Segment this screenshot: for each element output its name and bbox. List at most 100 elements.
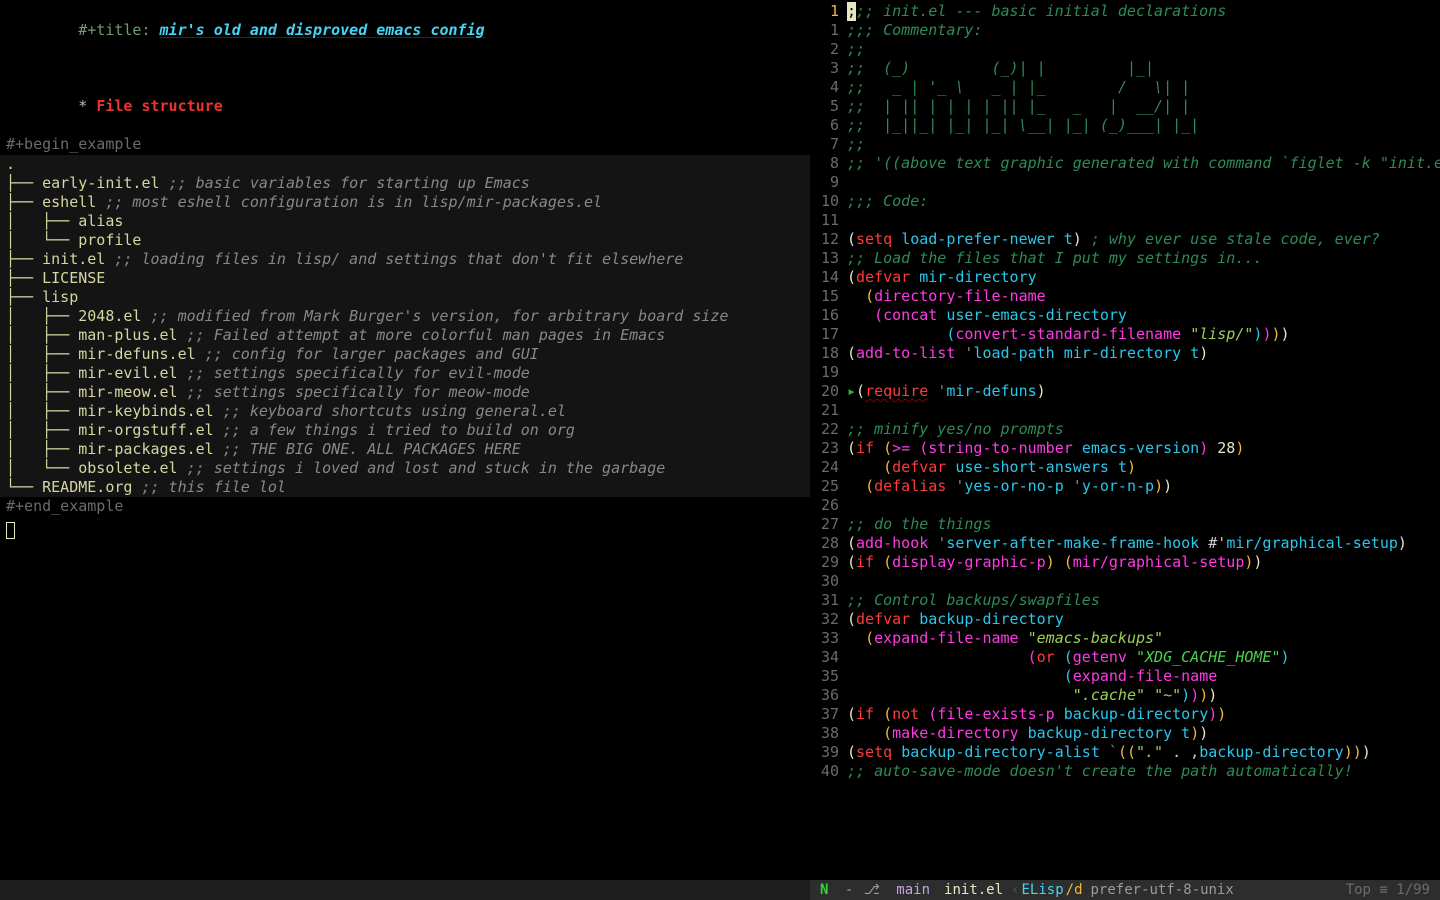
line-number: 26 — [811, 496, 847, 515]
code-line[interactable]: 33 (expand-file-name "emacs-backups" — [811, 629, 1440, 648]
vc-branch-name: main — [882, 880, 936, 900]
code-line[interactable]: 34 (or (getenv "XDG_CACHE_HOME") — [811, 648, 1440, 667]
code-line[interactable]: 25 (defalias 'yes-or-no-p 'y-or-n-p)) — [811, 477, 1440, 496]
code-line[interactable]: 15 (directory-file-name — [811, 287, 1440, 306]
code-line[interactable]: 37(if (not (file-exists-p backup-directo… — [811, 705, 1440, 724]
vc-branch-icon: ⎇ — [864, 880, 880, 900]
tree-line: │ ├── man-plus.el ;; Failed attempt at m… — [6, 326, 804, 345]
code-line[interactable]: 18(add-to-list 'load-path mir-directory … — [811, 344, 1440, 363]
code-line[interactable]: 8;; '((above text graphic generated with… — [811, 154, 1440, 173]
modeline-right-active: N - ⎇ main init.el ‹ ELisp/d prefer-utf-… — [810, 880, 1440, 900]
code-line[interactable]: 14(defvar mir-directory — [811, 268, 1440, 287]
code-line[interactable]: 16 (concat user-emacs-directory — [811, 306, 1440, 325]
tree-line: ├── early-init.el ;; basic variables for… — [6, 174, 804, 193]
tree-line: │ ├── mir-meow.el ;; settings specifical… — [6, 383, 804, 402]
line-number: 11 — [811, 211, 847, 230]
line-number: 35 — [811, 667, 847, 686]
line-number: 33 — [811, 629, 847, 648]
code-line[interactable]: 40;; auto-save-mode doesn't create the p… — [811, 762, 1440, 781]
code-line[interactable]: 30 — [811, 572, 1440, 591]
code-line[interactable]: 36 ".cache" "~")))) — [811, 686, 1440, 705]
line-number: 37 — [811, 705, 847, 724]
code-line[interactable]: 13;; Load the files that I put my settin… — [811, 249, 1440, 268]
tree-line: ├── lisp — [6, 288, 804, 307]
code-line[interactable]: 2;; — [811, 40, 1440, 59]
line-number: 7 — [811, 135, 847, 154]
code-line[interactable]: 29(if (display-graphic-p) (mir/graphical… — [811, 553, 1440, 572]
line-number: 22 — [811, 420, 847, 439]
code-line[interactable]: 22;; minify yes/no prompts — [811, 420, 1440, 439]
code-line[interactable]: 39(setq backup-directory-alist `(("." . … — [811, 743, 1440, 762]
buffer-position: Top ≡ 1/99 — [1340, 880, 1436, 900]
tree-line: ├── eshell ;; most eshell configuration … — [6, 193, 804, 212]
left-pane-org-readme[interactable]: #+title: mir's old and disproved emacs c… — [0, 0, 810, 880]
mode-suffix: /d — [1066, 880, 1083, 900]
fringe-arrow-icon: ▸ — [847, 382, 856, 400]
code-line[interactable]: 35 (expand-file-name — [811, 667, 1440, 686]
line-number: 17 — [811, 325, 847, 344]
line-number: 30 — [811, 572, 847, 591]
code-line[interactable]: 12(setq load-prefer-newer t) ; why ever … — [811, 230, 1440, 249]
line-number: 16 — [811, 306, 847, 325]
code-line[interactable]: 17 (convert-standard-filename "lisp/")))… — [811, 325, 1440, 344]
tree-line: ├── init.el ;; loading files in lisp/ an… — [6, 250, 804, 269]
begin-example: #+begin_example — [0, 135, 810, 154]
line-number: 18 — [811, 344, 847, 363]
code-line[interactable]: 10;;; Code: — [811, 192, 1440, 211]
code-line[interactable]: 21 — [811, 401, 1440, 420]
buffer-name[interactable]: init.el — [938, 880, 1009, 900]
line-number: 1 — [811, 21, 847, 40]
end-example: #+end_example — [0, 497, 810, 516]
code-line[interactable]: 26 — [811, 496, 1440, 515]
line-number: 21 — [811, 401, 847, 420]
line-number: 27 — [811, 515, 847, 534]
org-meta-keyword: #+title: — [78, 21, 159, 39]
code-line[interactable]: 9 — [811, 173, 1440, 192]
code-line[interactable]: 31;; Control backups/swapfiles — [811, 591, 1440, 610]
code-line[interactable]: 1;;; Commentary: — [811, 21, 1440, 40]
tree-line: │ ├── 2048.el ;; modified from Mark Burg… — [6, 307, 804, 326]
line-number: 3 — [811, 59, 847, 78]
split-panes: #+title: mir's old and disproved emacs c… — [0, 0, 1440, 880]
code-line[interactable]: 24 (defvar use-short-answers t) — [811, 458, 1440, 477]
line-number: 5 — [811, 97, 847, 116]
code-line[interactable]: 6;; |_||_| |_| |_| \__| |_| (_)___| |_| — [811, 116, 1440, 135]
tree-line: ├── LICENSE — [6, 269, 804, 288]
code-line[interactable]: 38 (make-directory backup-directory t)) — [811, 724, 1440, 743]
org-heading: * File structure — [0, 78, 810, 135]
line-number: 9 — [811, 173, 847, 192]
line-number: 24 — [811, 458, 847, 477]
code-line[interactable]: 5;; | || | | | | || |_ _ | __/| | — [811, 97, 1440, 116]
line-number: 28 — [811, 534, 847, 553]
tree-line: │ └── profile — [6, 231, 804, 250]
code-line[interactable]: 1;;; init.el --- basic initial declarati… — [811, 2, 1440, 21]
line-number: 36 — [811, 686, 847, 705]
code-line[interactable]: 28(add-hook 'server-after-make-frame-hoo… — [811, 534, 1440, 553]
line-number: 38 — [811, 724, 847, 743]
tree-line: └── README.org ;; this file lol — [6, 478, 804, 497]
right-pane-init-el[interactable]: 1;;; init.el --- basic initial declarati… — [811, 0, 1440, 880]
code-line[interactable]: 19 — [811, 363, 1440, 382]
file-tree-example: .├── early-init.el ;; basic variables fo… — [0, 155, 810, 497]
line-number: 23 — [811, 439, 847, 458]
modeline: N - ⎇ main init.el ‹ ELisp/d prefer-utf-… — [0, 880, 1440, 900]
line-number: 32 — [811, 610, 847, 629]
tree-line: │ ├── alias — [6, 212, 804, 231]
code-line[interactable]: 7;; — [811, 135, 1440, 154]
code-line[interactable]: 27;; do the things — [811, 515, 1440, 534]
major-mode[interactable]: ELisp — [1021, 880, 1063, 900]
modeline-left-inactive — [0, 880, 810, 900]
code-line[interactable]: 3;; (_) (_)| | |_| — [811, 59, 1440, 78]
code-line[interactable]: 32(defvar backup-directory — [811, 610, 1440, 629]
line-number: 19 — [811, 363, 847, 382]
tree-line: │ ├── mir-orgstuff.el ;; a few things i … — [6, 421, 804, 440]
buffer-encoding: prefer-utf-8-unix — [1085, 880, 1240, 900]
code-line[interactable]: 23(if (>= (string-to-number emacs-versio… — [811, 439, 1440, 458]
line-number: 10 — [811, 192, 847, 211]
code-line[interactable]: 4;; _ | '_ \ _ | |_ / \| | — [811, 78, 1440, 97]
line-number: 14 — [811, 268, 847, 287]
code-line[interactable]: 20▸(require 'mir-defuns) — [811, 382, 1440, 401]
tree-line: │ ├── mir-packages.el ;; THE BIG ONE. AL… — [6, 440, 804, 459]
code-line[interactable]: 11 — [811, 211, 1440, 230]
line-number: 8 — [811, 154, 847, 173]
